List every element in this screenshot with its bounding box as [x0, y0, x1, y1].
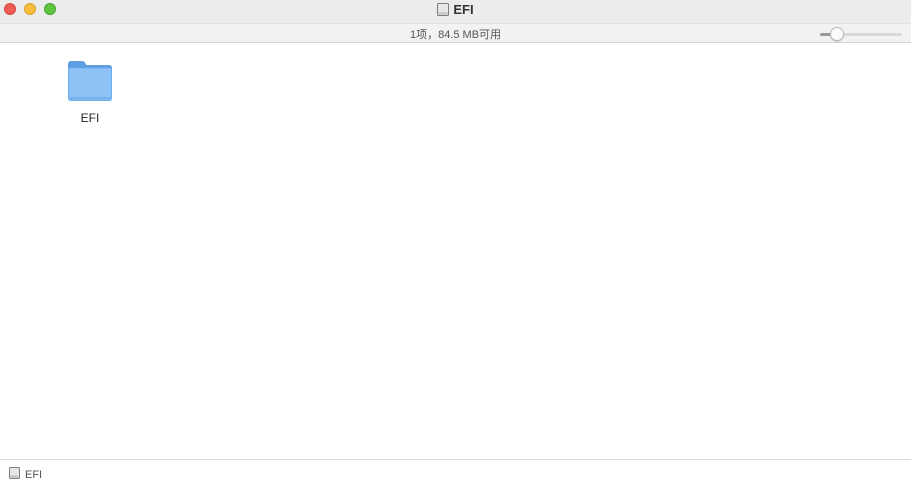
path-item-label: EFI — [25, 469, 43, 481]
drive-icon — [9, 466, 20, 484]
drive-icon — [437, 2, 450, 16]
status-text: 1项，84.5 MB可用 — [409, 29, 502, 41]
file-browser-area[interactable]: EFI — [0, 44, 911, 459]
path-bar: EFI — [0, 459, 911, 487]
folder-icon — [67, 60, 113, 102]
finder-window: EFI 1项，84.5 MB可用 EFI EFI — [0, 0, 911, 487]
folder-item-efi[interactable]: EFI — [56, 56, 124, 132]
path-item-efi[interactable]: EFI — [9, 466, 42, 484]
status-bar: 1项，84.5 MB可用 — [0, 23, 911, 43]
window-title: EFI — [453, 1, 474, 17]
window-title-group: EFI — [0, 0, 911, 18]
title-bar[interactable]: EFI — [0, 0, 911, 23]
icon-size-slider[interactable] — [820, 27, 902, 41]
folder-label: EFI — [80, 111, 100, 125]
slider-knob[interactable] — [830, 27, 844, 41]
